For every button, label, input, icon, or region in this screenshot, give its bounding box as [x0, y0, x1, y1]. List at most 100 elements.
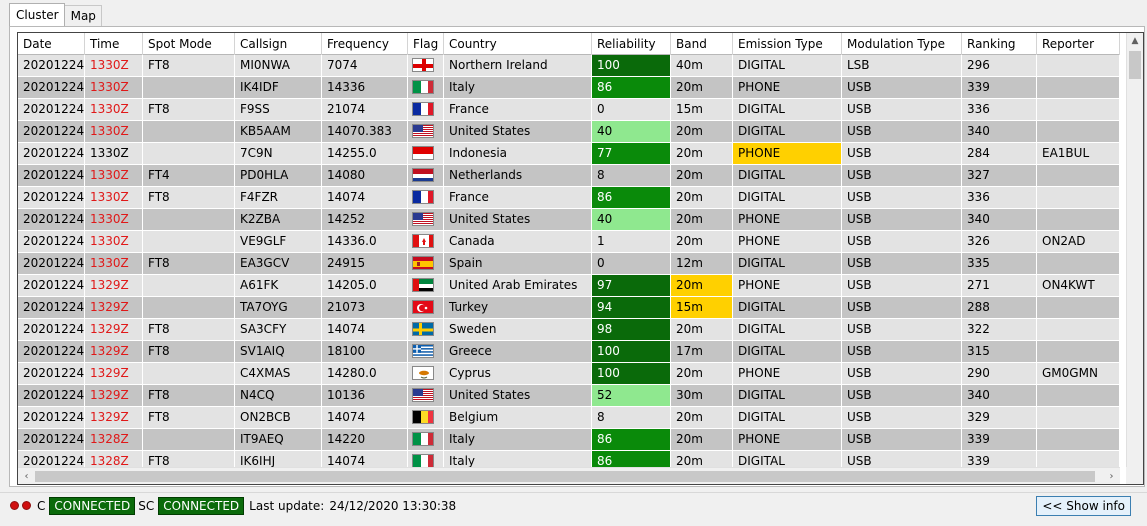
tab-cluster[interactable]: Cluster	[9, 3, 65, 26]
table-row[interactable]: 20201224 1330Z VE9GLF 14336.0 Canada 1 20m PHON…	[18, 231, 1120, 253]
table-row[interactable]: 20201224 1330Z FT8 F9SS 21074 France 0 15m DIGIT…	[18, 99, 1120, 121]
flag-us-icon	[412, 387, 434, 402]
table-row[interactable]: 20201224 1330Z KB5AAM 14070.383 United State…	[18, 121, 1120, 143]
flag-nl-icon	[412, 167, 434, 182]
sc-connection-status: CONNECTED	[158, 496, 245, 515]
table-row[interactable]: 20201224 1328Z IT9AEQ 14220 Italy 86 20m PHONE U…	[18, 429, 1120, 451]
cell-flag	[408, 77, 444, 99]
cell-date: 20201224	[18, 77, 85, 99]
table-row[interactable]: 20201224 1330Z FT4 PD0HLA 14080 Netherlands 8 2…	[18, 165, 1120, 187]
flag-be-icon	[412, 409, 434, 424]
cell-country: United States	[444, 209, 592, 231]
cell-spot-mode: FT8	[143, 55, 235, 77]
cell-spot-mode	[143, 297, 235, 319]
column-header-frequency[interactable]: Frequency	[322, 33, 408, 55]
cluster-panel: Date Time Spot Mode Callsign Frequency Flag Co…	[9, 26, 1145, 487]
cell-ranking: 290	[962, 363, 1037, 385]
cell-callsign: 7C9N	[235, 143, 322, 165]
flag-ae-icon	[412, 277, 434, 292]
table-row[interactable]: 20201224 1330Z IK4IDF 14336 Italy 86 20m PHONE U…	[18, 77, 1120, 99]
table-row[interactable]: 20201224 1329Z FT8 SA3CFY 14074 Sweden 98 20m DI…	[18, 319, 1120, 341]
column-header-band[interactable]: Band	[671, 33, 733, 55]
cell-reliability: 100	[592, 55, 671, 77]
cell-flag	[408, 209, 444, 231]
cell-flag	[408, 231, 444, 253]
cell-time: 1329Z	[85, 341, 143, 363]
table-row[interactable]: 20201224 1329Z C4XMAS 14280.0 Cyprus 100 20m PH…	[18, 363, 1120, 385]
cell-emission-type: PHONE	[733, 429, 842, 451]
table-row[interactable]: 20201224 1330Z FT8 EA3GCV 24915 Spain 0 12m DIGI…	[18, 253, 1120, 275]
show-info-button[interactable]: << Show info	[1036, 496, 1131, 516]
table-row[interactable]: 20201224 1330Z K2ZBA 14252 United States 40 20…	[18, 209, 1120, 231]
table-row[interactable]: 20201224 1329Z TA7OYG 21073 Turkey 94 15m DIGIT…	[18, 297, 1120, 319]
cell-frequency: 14074	[322, 451, 408, 467]
cell-reliability: 52	[592, 385, 671, 407]
column-header-spot-mode[interactable]: Spot Mode	[143, 33, 235, 55]
table-row[interactable]: 20201224 1328Z FT8 IK6IHJ 14074 Italy 86 20m DIG…	[18, 451, 1120, 467]
cell-callsign: SA3CFY	[235, 319, 322, 341]
cell-date: 20201224	[18, 451, 85, 467]
cell-band: 20m	[671, 275, 733, 297]
column-header-flag[interactable]: Flag	[408, 33, 444, 55]
cell-emission-type: DIGITAL	[733, 187, 842, 209]
cell-callsign: A61FK	[235, 275, 322, 297]
cell-ranking: 327	[962, 165, 1037, 187]
cell-date: 20201224	[18, 231, 85, 253]
tab-map[interactable]: Map	[63, 5, 102, 26]
cell-frequency: 14255.0	[322, 143, 408, 165]
cell-callsign: VE9GLF	[235, 231, 322, 253]
cell-country: Italy	[444, 429, 592, 451]
cell-reliability: 40	[592, 121, 671, 143]
scroll-right-icon[interactable]: ›	[1103, 468, 1120, 484]
cell-flag	[408, 385, 444, 407]
cell-callsign: MI0NWA	[235, 55, 322, 77]
cell-ranking: 336	[962, 99, 1037, 121]
flag-it-icon	[412, 431, 434, 446]
cell-callsign: KB5AAM	[235, 121, 322, 143]
cell-modulation-type: USB	[842, 319, 962, 341]
column-header-time[interactable]: Time	[85, 33, 143, 55]
cell-ranking: 322	[962, 319, 1037, 341]
cell-reliability: 40	[592, 209, 671, 231]
table-row[interactable]: 20201224 1330Z FT8 MI0NWA 7074 Northern Irela…	[18, 55, 1120, 77]
cell-country: United States	[444, 385, 592, 407]
cell-band: 15m	[671, 297, 733, 319]
column-header-callsign[interactable]: Callsign	[235, 33, 322, 55]
table-row[interactable]: 20201224 1330Z FT8 F4FZR 14074 France 86 20m DIG…	[18, 187, 1120, 209]
cell-time: 1329Z	[85, 407, 143, 429]
scroll-left-icon[interactable]: ‹	[18, 468, 35, 484]
cell-callsign: SV1AIQ	[235, 341, 322, 363]
scroll-up-icon[interactable]: ▲	[1127, 33, 1143, 50]
cell-ranking: 339	[962, 77, 1037, 99]
vertical-scroll-thumb[interactable]	[1129, 51, 1141, 79]
column-header-modulation-type[interactable]: Modulation Type	[842, 33, 962, 55]
horizontal-scroll-thumb[interactable]	[35, 471, 1095, 482]
column-header-reporter[interactable]: Reporter	[1037, 33, 1120, 55]
cell-reliability: 8	[592, 165, 671, 187]
cell-time: 1330Z	[85, 55, 143, 77]
table-row[interactable]: 20201224 1329Z FT8 ON2BCB 14074 Belgium 8 20m DI…	[18, 407, 1120, 429]
cell-band: 20m	[671, 407, 733, 429]
cell-spot-mode	[143, 209, 235, 231]
column-header-country[interactable]: Country	[444, 33, 592, 55]
vertical-scrollbar[interactable]: ▲	[1126, 33, 1143, 467]
spots-table: Date Time Spot Mode Callsign Frequency Flag Co…	[17, 32, 1144, 485]
table-row[interactable]: 20201224 1329Z A61FK 14205.0 United Arab Emi…	[18, 275, 1120, 297]
cell-reporter	[1037, 209, 1120, 231]
table-row[interactable]: 20201224 1329Z FT8 N4CQ 10136 United States 52…	[18, 385, 1120, 407]
table-row[interactable]: 20201224 1329Z FT8 SV1AIQ 18100 Greece 100 17m D…	[18, 341, 1120, 363]
cell-modulation-type: USB	[842, 99, 962, 121]
cell-modulation-type: USB	[842, 231, 962, 253]
column-header-emission-type[interactable]: Emission Type	[733, 33, 842, 55]
column-header-date[interactable]: Date	[18, 33, 85, 55]
table-body: 20201224 1330Z FT8 MI0NWA 7074 Northern Irela…	[18, 55, 1120, 467]
column-header-reliability[interactable]: Reliability	[592, 33, 671, 55]
horizontal-scrollbar[interactable]: ‹ ›	[18, 467, 1120, 484]
table-row[interactable]: 20201224 1330Z 7C9N 14255.0 Indonesia 77 20m PH…	[18, 143, 1120, 165]
cell-modulation-type: USB	[842, 143, 962, 165]
cell-emission-type: PHONE	[733, 143, 842, 165]
cell-frequency: 18100	[322, 341, 408, 363]
column-header-ranking[interactable]: Ranking	[962, 33, 1037, 55]
cell-reporter	[1037, 297, 1120, 319]
flag-fr-icon	[412, 101, 434, 116]
